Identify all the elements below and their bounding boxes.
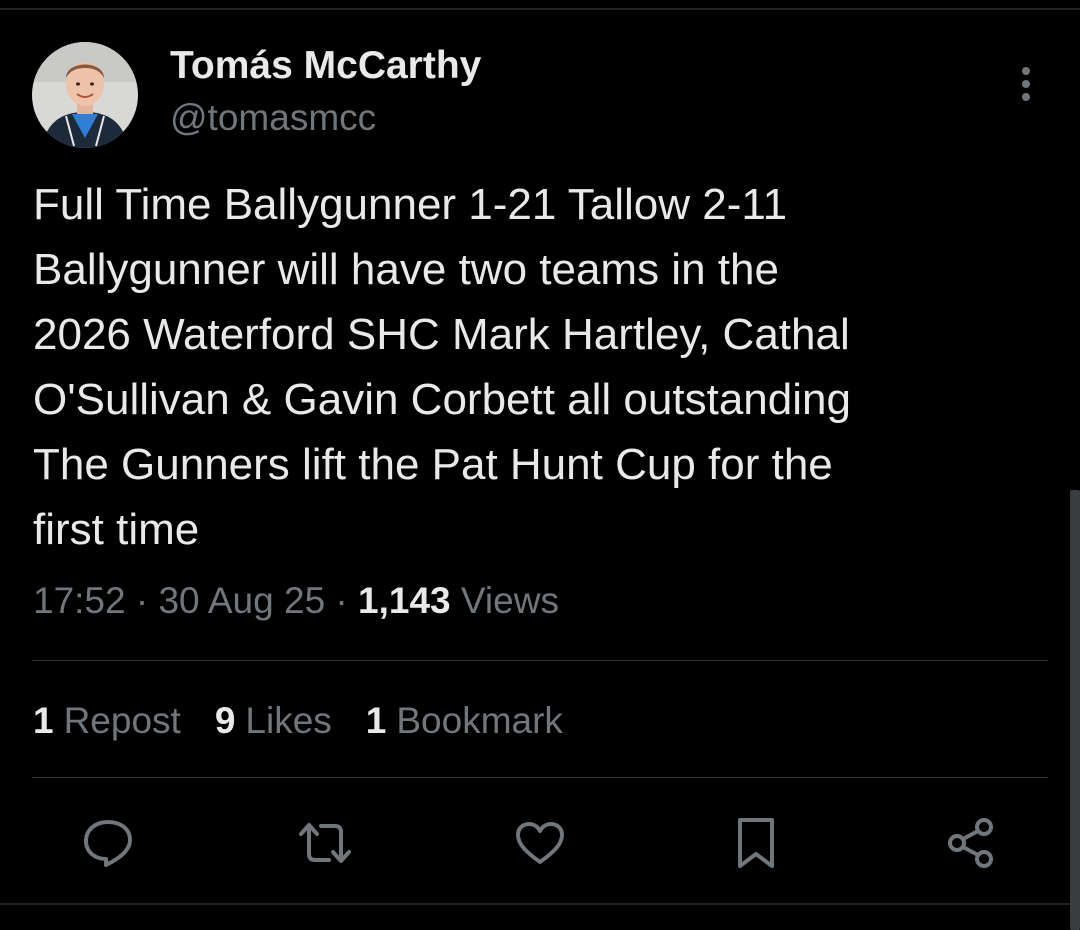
bookmarks-stat[interactable]: 1 Bookmark — [366, 700, 563, 742]
divider — [32, 777, 1048, 778]
bookmarks-count: 1 — [365, 700, 387, 741]
bookmark-button[interactable] — [728, 815, 784, 871]
likes-stat[interactable]: 9 Likes — [215, 700, 332, 742]
more-options-button[interactable] — [1008, 62, 1044, 106]
like-button[interactable] — [512, 815, 568, 871]
author-handle[interactable]: @tomasmcc — [170, 97, 376, 139]
share-button[interactable] — [943, 815, 999, 871]
tweet-text-line: Full Time Ballygunner 1-21 Tallow 2-11 — [33, 180, 788, 229]
meta-separator: · — [325, 580, 359, 621]
like-icon — [516, 822, 564, 864]
tweet-date[interactable]: 30 Aug 25 — [158, 580, 325, 621]
reposts-stat[interactable]: 1 Repost — [33, 700, 181, 742]
likes-label: Likes — [245, 700, 332, 741]
tweet-meta: 17:52 · 30 Aug 25 · 1,143 Views — [33, 580, 559, 622]
reposts-count: 1 — [33, 700, 54, 741]
repost-icon — [299, 823, 351, 863]
tweet-text-line: Ballygunner will have two teams in the — [33, 245, 779, 294]
scrollbar[interactable] — [1070, 490, 1080, 930]
avatar[interactable] — [32, 42, 138, 148]
tweet-time[interactable]: 17:52 — [33, 580, 126, 621]
reposts-label: Repost — [63, 700, 181, 741]
repost-button[interactable] — [297, 815, 353, 871]
bottom-divider — [0, 903, 1070, 905]
reply-button[interactable] — [80, 815, 136, 871]
divider — [32, 660, 1048, 661]
share-icon — [948, 818, 993, 868]
reply-icon — [84, 820, 132, 867]
bookmark-icon — [738, 818, 774, 868]
tweet-text-line: O'Sullivan & Gavin Corbett all outstandi… — [33, 375, 851, 424]
tweet-text-line: The Gunners lift the Pat Hunt Cup for th… — [33, 440, 833, 489]
avatar-photo-icon — [32, 42, 138, 148]
likes-count: 9 — [214, 700, 236, 741]
more-vertical-icon — [1022, 67, 1030, 101]
bookmarks-label: Bookmark — [396, 700, 563, 741]
author-name[interactable]: Tomás McCarthy — [170, 44, 481, 88]
top-divider — [0, 8, 1080, 10]
tweet-text-line: first time — [33, 505, 200, 554]
tweet-text-line: 2026 Waterford SHC Mark Hartley, Cathal — [33, 310, 850, 359]
meta-separator: · — [125, 580, 159, 621]
views-label: Views — [460, 580, 559, 621]
tweet-text: Full Time Ballygunner 1-21 Tallow 2-11 B… — [33, 172, 1043, 562]
engagement-stats: 1 Repost 9 Likes 1 Bookmark — [33, 700, 563, 742]
views-count: 1,143 — [358, 580, 451, 621]
